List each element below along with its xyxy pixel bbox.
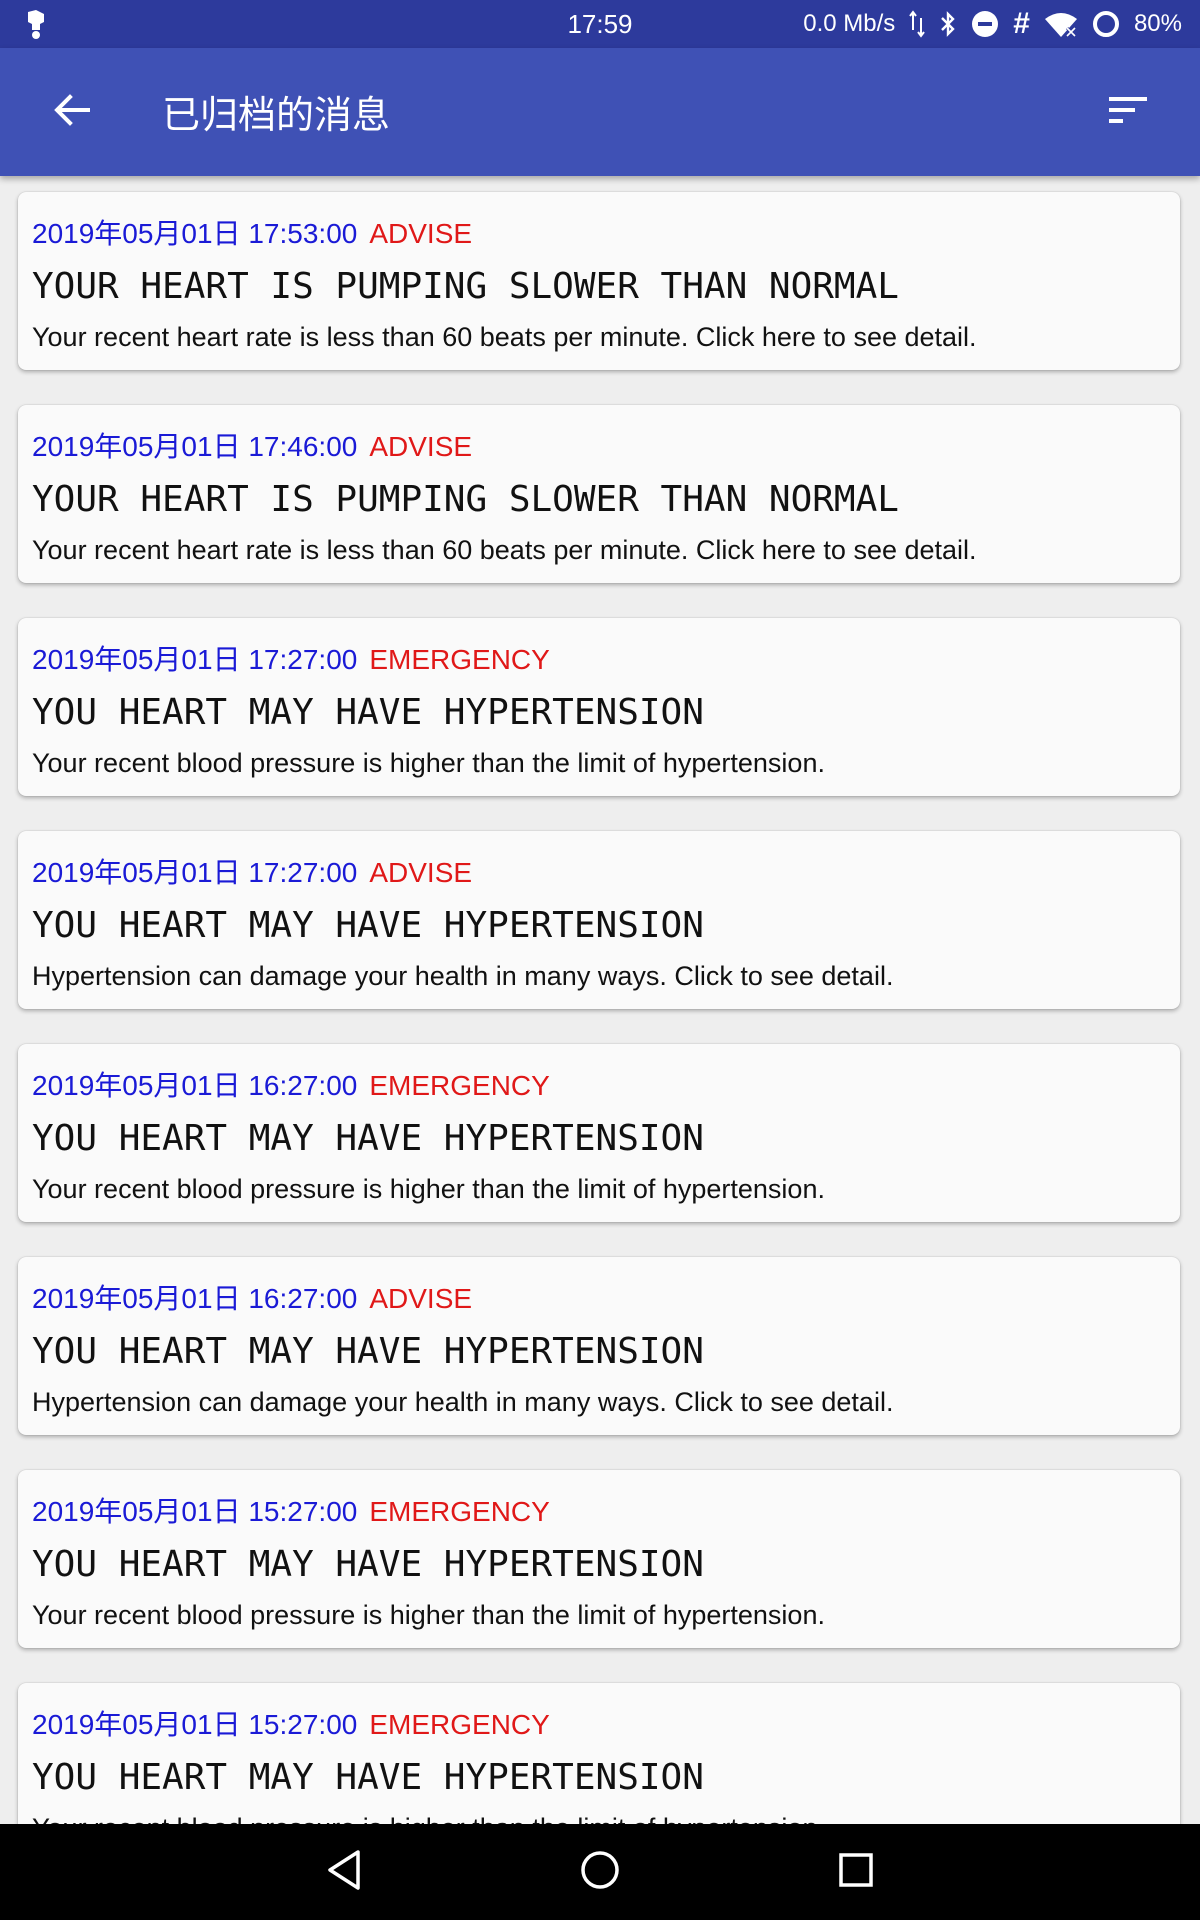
message-headline: YOUR HEART IS PUMPING SLOWER THAN NORMAL [32, 479, 899, 520]
message-meta: 2019年05月01日 17:27:00 ADVISE [32, 851, 472, 891]
nav-recents-button[interactable] [826, 1842, 886, 1902]
do-not-disturb-icon [971, 10, 999, 38]
arrow-back-icon [54, 92, 90, 132]
battery-icon [1092, 10, 1120, 38]
message-card[interactable]: 2019年05月01日 17:46:00 ADVISE YOUR HEART IS… [18, 405, 1180, 583]
message-body: Your recent blood pressure is higher tha… [32, 1813, 825, 1824]
message-card[interactable]: 2019年05月01日 15:27:00 EMERGENCY YOU HEART … [18, 1683, 1180, 1824]
wifi-icon [1044, 10, 1078, 38]
message-meta: 2019年05月01日 15:27:00 EMERGENCY [32, 1490, 550, 1530]
message-level: EMERGENCY [369, 1709, 550, 1740]
message-date: 2019年05月01日 16:27:00 [32, 1283, 358, 1314]
message-card[interactable]: 2019年05月01日 16:27:00 ADVISE YOU HEART MAY… [18, 1257, 1180, 1435]
data-transfer-icon [909, 10, 926, 38]
network-speed: 0.0 Mb/s [803, 10, 896, 37]
message-level: ADVISE [369, 431, 473, 462]
hash-icon: # [1013, 7, 1030, 40]
message-body: Your recent blood pressure is higher tha… [32, 1174, 825, 1204]
page-title: 已归档的消息 [162, 93, 391, 137]
message-level: EMERGENCY [369, 644, 550, 675]
message-meta: 2019年05月01日 16:27:00 EMERGENCY [32, 1064, 550, 1104]
screen: 17:59 0.0 Mb/s # 80% 已归档的消息 2019年05月01日 … [0, 0, 1200, 1920]
message-level: ADVISE [369, 857, 473, 888]
message-meta: 2019年05月01日 16:27:00 ADVISE [32, 1277, 472, 1317]
message-body: Your recent heart rate is less than 60 b… [32, 322, 977, 352]
message-meta: 2019年05月01日 17:46:00 ADVISE [32, 425, 472, 465]
message-meta: 2019年05月01日 17:53:00 ADVISE [32, 212, 472, 252]
message-date: 2019年05月01日 17:27:00 [32, 644, 358, 675]
message-card[interactable]: 2019年05月01日 16:27:00 EMERGENCY YOU HEART … [18, 1044, 1180, 1222]
message-date: 2019年05月01日 17:46:00 [32, 431, 358, 462]
message-date: 2019年05月01日 16:27:00 [32, 1070, 358, 1101]
message-card[interactable]: 2019年05月01日 17:27:00 ADVISE YOU HEART MAY… [18, 831, 1180, 1009]
message-card[interactable]: 2019年05月01日 15:27:00 EMERGENCY YOU HEART … [18, 1470, 1180, 1648]
message-body: Your recent heart rate is less than 60 b… [32, 535, 977, 565]
message-list[interactable]: 2019年05月01日 17:53:00 ADVISE YOUR HEART IS… [0, 176, 1200, 1824]
message-body: Your recent blood pressure is higher tha… [32, 748, 825, 778]
message-body: Hypertension can damage your health in m… [32, 1387, 894, 1417]
message-card[interactable]: 2019年05月01日 17:27:00 EMERGENCY YOU HEART … [18, 618, 1180, 796]
circle-home-icon [578, 1848, 622, 1896]
message-meta: 2019年05月01日 15:27:00 EMERGENCY [32, 1703, 550, 1743]
app-bar: 已归档的消息 [0, 48, 1200, 176]
message-headline: YOU HEART MAY HAVE HYPERTENSION [32, 1118, 704, 1159]
square-recents-icon [836, 1850, 876, 1894]
message-level: ADVISE [369, 1283, 473, 1314]
message-date: 2019年05月01日 17:27:00 [32, 857, 358, 888]
message-headline: YOU HEART MAY HAVE HYPERTENSION [32, 1331, 704, 1372]
nav-home-button[interactable] [570, 1842, 630, 1902]
message-headline: YOU HEART MAY HAVE HYPERTENSION [32, 1544, 704, 1585]
sort-button[interactable] [1096, 80, 1160, 144]
message-headline: YOU HEART MAY HAVE HYPERTENSION [32, 692, 704, 733]
message-body: Hypertension can damage your health in m… [32, 961, 894, 991]
message-card[interactable]: 2019年05月01日 17:53:00 ADVISE YOUR HEART IS… [18, 192, 1180, 370]
message-level: EMERGENCY [369, 1070, 550, 1101]
triangle-back-icon [324, 1848, 364, 1896]
message-headline: YOU HEART MAY HAVE HYPERTENSION [32, 1757, 704, 1798]
bluetooth-icon [939, 10, 957, 38]
message-date: 2019年05月01日 17:53:00 [32, 218, 358, 249]
message-level: ADVISE [369, 218, 473, 249]
message-headline: YOU HEART MAY HAVE HYPERTENSION [32, 905, 704, 946]
message-body: Your recent blood pressure is higher tha… [32, 1600, 825, 1630]
status-icons: 0.0 Mb/s # 80% [803, 6, 1182, 42]
navigation-bar [0, 1824, 1200, 1920]
message-meta: 2019年05月01日 17:27:00 EMERGENCY [32, 638, 550, 678]
status-bar: 17:59 0.0 Mb/s # 80% [0, 0, 1200, 48]
message-date: 2019年05月01日 15:27:00 [32, 1496, 358, 1527]
message-date: 2019年05月01日 15:27:00 [32, 1709, 358, 1740]
battery-percent: 80% [1133, 10, 1182, 37]
message-headline: YOUR HEART IS PUMPING SLOWER THAN NORMAL [32, 266, 899, 307]
nav-back-button[interactable] [314, 1842, 374, 1902]
back-button[interactable] [40, 80, 104, 144]
message-level: EMERGENCY [369, 1496, 550, 1527]
sort-icon [1108, 95, 1148, 129]
